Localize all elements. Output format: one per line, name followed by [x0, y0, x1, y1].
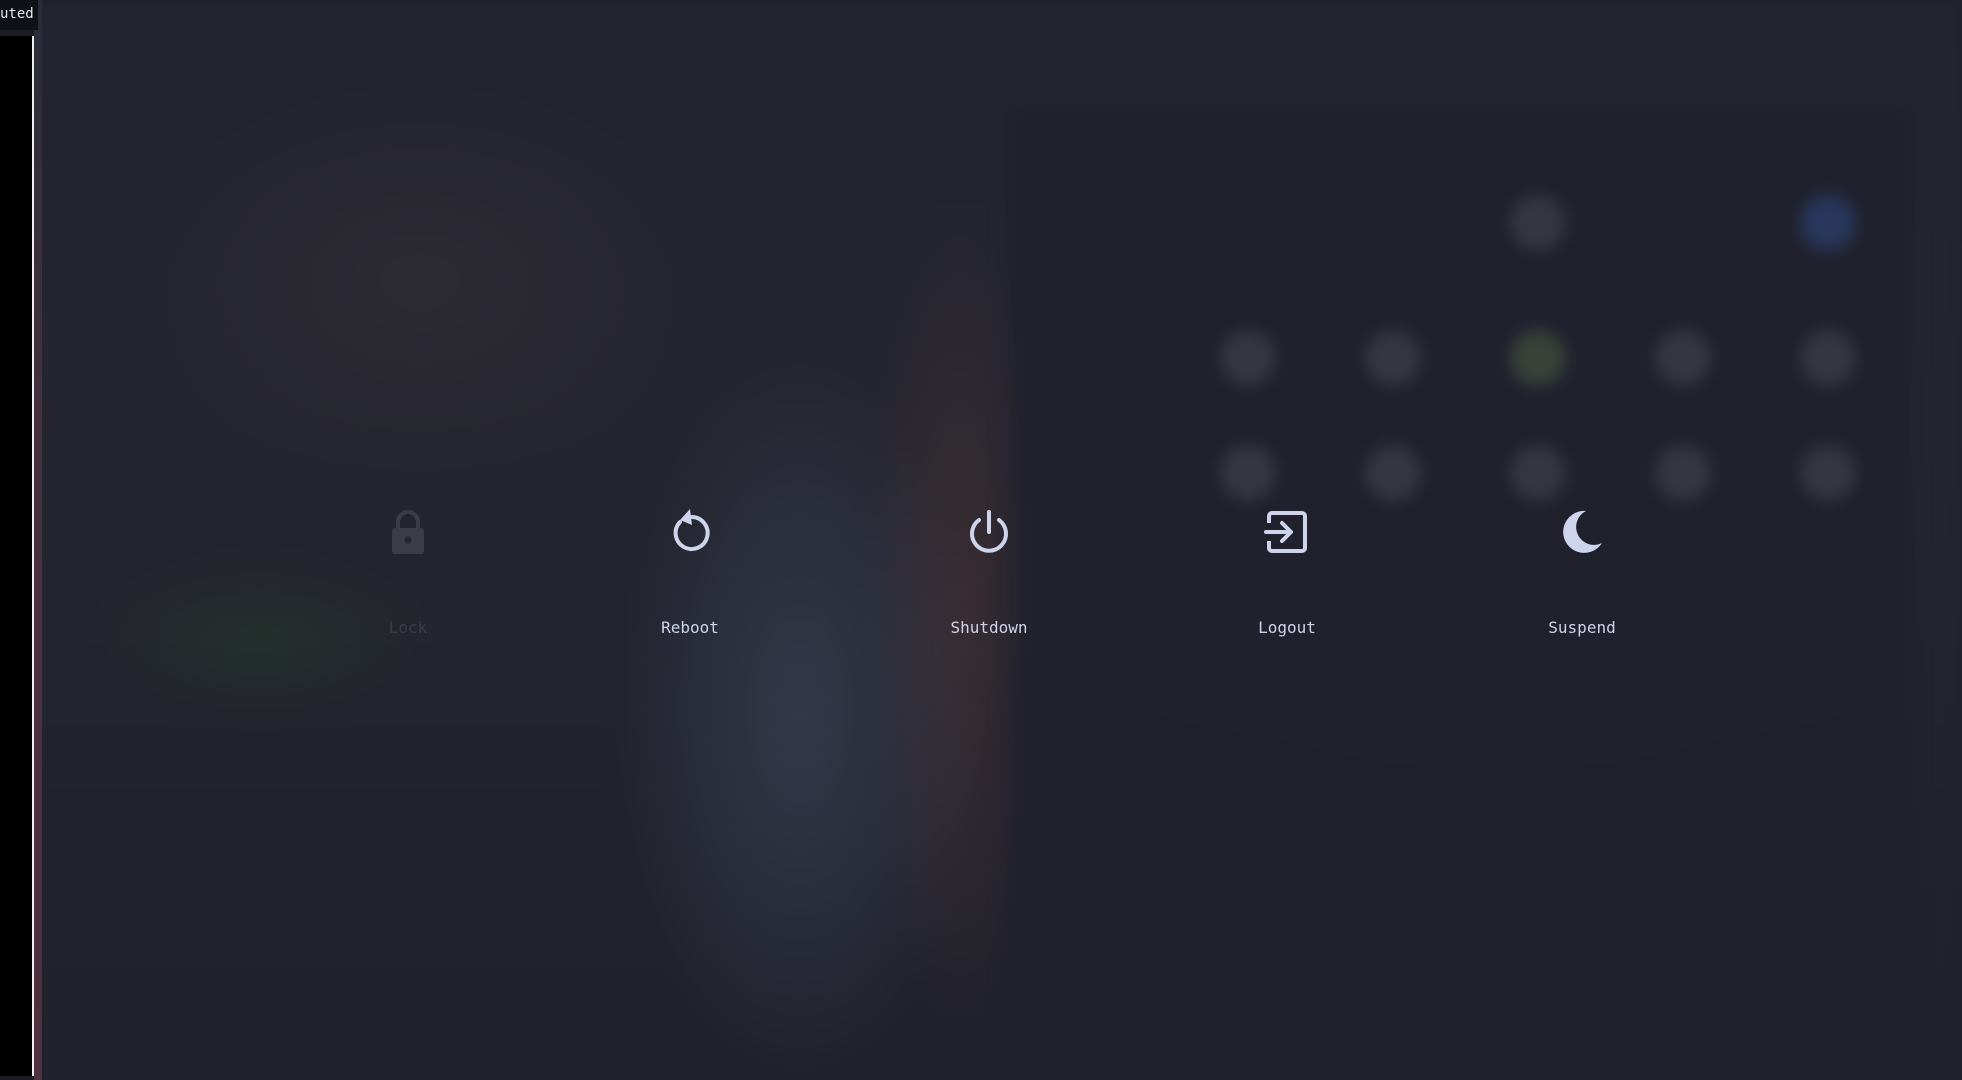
logout-option[interactable]: Logout [1207, 508, 1367, 658]
shutdown-option[interactable]: Shutdown [909, 508, 1069, 658]
reboot-icon [666, 508, 714, 556]
logout-icon [1263, 508, 1311, 556]
power-menu: Lock Reboot Shutdown Logout Suspend [0, 0, 1962, 1080]
lock-icon [384, 508, 432, 556]
suspend-label: Suspend [1548, 618, 1616, 637]
screen: uted Lock Reboot Shutdown Logout Suspend [0, 0, 1962, 1080]
lock-option[interactable]: Lock [328, 508, 488, 658]
reboot-option[interactable]: Reboot [610, 508, 770, 658]
suspend-option[interactable]: Suspend [1502, 508, 1662, 658]
moon-icon [1558, 508, 1606, 556]
shutdown-label: Shutdown [950, 618, 1028, 637]
logout-label: Logout [1258, 618, 1316, 637]
lock-label: Lock [388, 618, 428, 637]
power-icon [965, 508, 1013, 556]
reboot-label: Reboot [661, 618, 719, 637]
